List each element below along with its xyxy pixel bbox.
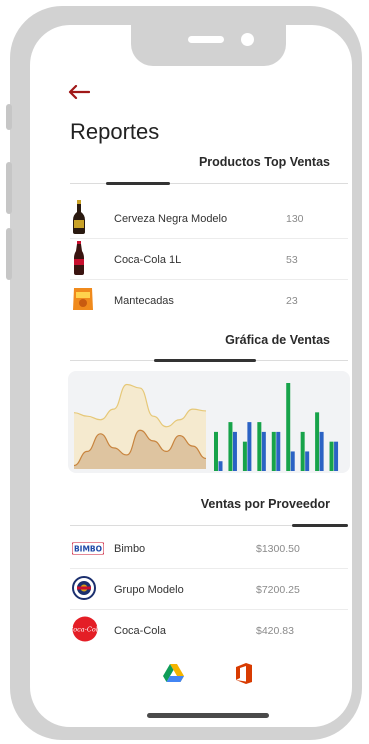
front-camera — [241, 33, 254, 46]
google-drive-icon[interactable] — [163, 664, 184, 686]
home-indicator — [147, 713, 269, 718]
bar-s1-4 — [276, 431, 281, 471]
bar-s1-2 — [247, 422, 252, 471]
sales-chart — [68, 371, 350, 473]
bimbo-logo-text: BIMBO — [74, 545, 102, 554]
divider — [70, 568, 348, 569]
phone-screen: Reportes Productos Top Ventas Cerveza Ne… — [30, 25, 352, 727]
divider — [70, 238, 348, 239]
product-sales: 23 — [286, 295, 298, 307]
divider — [70, 279, 348, 280]
top-products-title: Productos Top Ventas — [198, 155, 330, 169]
beer-bottle-icon — [72, 200, 86, 238]
bar-s1-3 — [261, 431, 266, 471]
bar-s0-2 — [242, 441, 247, 471]
supplier-sales: $1300.50 — [256, 543, 300, 555]
bar-s1-7 — [319, 431, 324, 471]
top-products-tab-indicator — [106, 182, 170, 185]
notch — [131, 25, 286, 66]
bar-s0-8 — [329, 441, 334, 471]
volume-down-button — [6, 228, 12, 280]
phone-frame: Reportes Productos Top Ventas Cerveza Ne… — [6, 6, 362, 740]
bar-s1-0 — [218, 461, 223, 471]
bar-s0-1 — [228, 422, 233, 471]
cola-bottle-icon — [72, 241, 86, 279]
bar-s0-7 — [315, 412, 320, 471]
arrow-left-icon[interactable] — [68, 82, 91, 104]
supplier-sales: $7200.25 — [256, 584, 300, 596]
supplier-sales: $420.83 — [256, 625, 294, 637]
bimbo-logo-icon: BIMBO — [71, 540, 105, 559]
suppliers-title: Ventas por Proveedor — [200, 497, 330, 511]
coca-cola-logo-text: Coca-Cola — [72, 626, 98, 634]
sales-chart-title: Gráfica de Ventas — [225, 333, 330, 347]
supplier-name: Bimbo — [114, 543, 146, 555]
supplier-name: Grupo Modelo — [114, 584, 184, 596]
office-icon[interactable] — [235, 663, 253, 688]
list-item[interactable]: Mantecadas 23 — [70, 281, 348, 321]
product-sales: 53 — [286, 254, 298, 266]
suppliers-tab-indicator — [292, 524, 348, 527]
bar-s0-4 — [271, 431, 276, 471]
coca-cola-logo-icon: Coca-Cola — [68, 616, 102, 646]
volume-up-button — [6, 162, 12, 214]
supplier-name: Coca-Cola — [114, 625, 166, 637]
mute-switch — [6, 104, 12, 130]
product-name: Cerveza Negra Modelo — [114, 213, 228, 225]
product-sales: 130 — [286, 213, 304, 225]
bar-s0-3 — [257, 422, 262, 471]
footer-apps — [30, 661, 352, 691]
bar-s1-8 — [334, 441, 339, 471]
bar-s1-1 — [232, 431, 237, 471]
page-title: Reportes — [70, 119, 160, 144]
snack-bag-icon — [72, 286, 94, 316]
list-item[interactable]: Cerveza Negra Modelo 130 — [70, 199, 348, 239]
product-name: Coca-Cola 1L — [114, 254, 182, 266]
bar-s1-5 — [290, 451, 295, 471]
sales-chart-svg — [73, 383, 339, 471]
list-item[interactable]: Coca-Cola 1L 53 — [70, 240, 348, 280]
bar-s0-5 — [286, 383, 291, 471]
bar-s1-6 — [305, 451, 310, 471]
product-name: Mantecadas — [114, 295, 174, 307]
bar-s0-6 — [300, 431, 305, 471]
list-item[interactable]: BIMBO Bimbo $1300.50 — [70, 529, 348, 569]
bar-s0-0 — [214, 431, 218, 471]
list-item[interactable]: Grupo Modelo $7200.25 — [70, 570, 348, 610]
speaker — [188, 36, 224, 43]
list-item[interactable]: Coca-Cola Coca-Cola $420.83 — [68, 611, 348, 651]
divider — [70, 609, 348, 610]
sales-chart-tab-indicator — [154, 359, 256, 362]
grupo-modelo-logo-icon — [72, 576, 96, 604]
